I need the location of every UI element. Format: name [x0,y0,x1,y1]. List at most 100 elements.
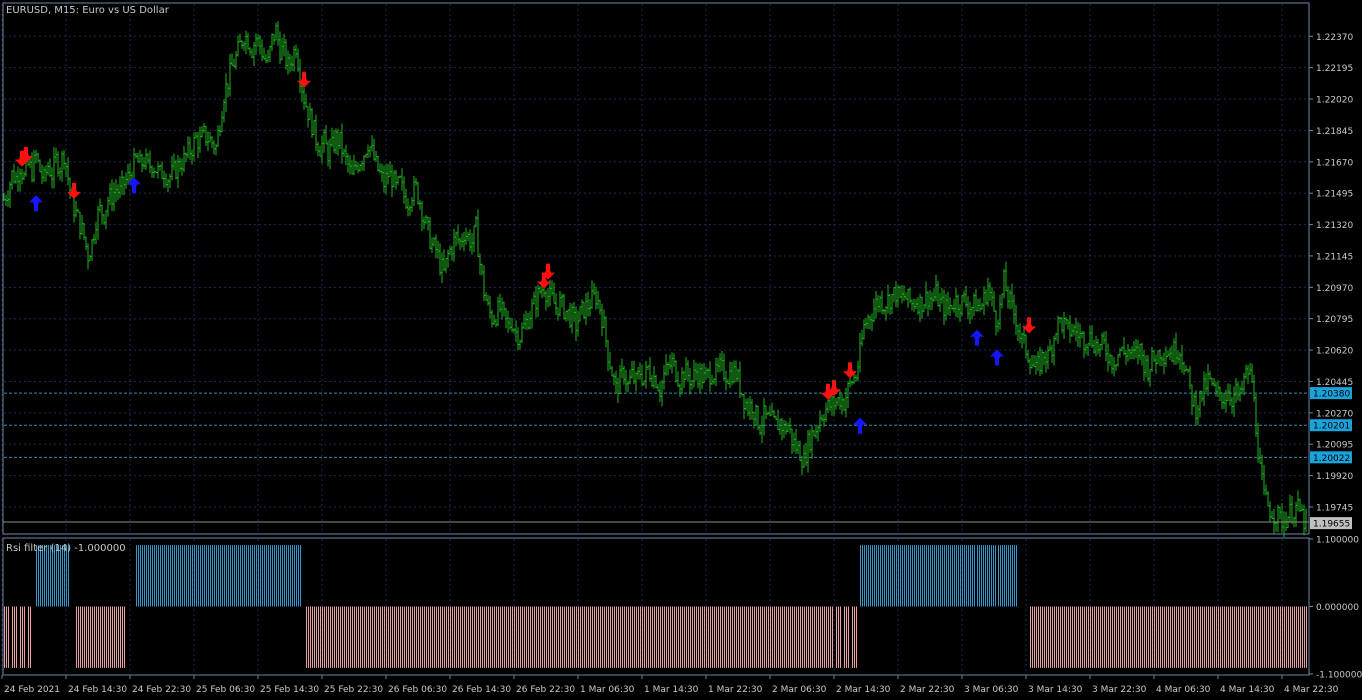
histogram-bar [276,545,277,607]
histogram-bar [954,545,955,607]
histogram-bar [566,606,567,668]
histogram-bar [1100,606,1101,668]
histogram-bar [1168,606,1169,668]
histogram-bar [668,606,669,668]
histogram-bar [940,545,941,607]
histogram-bar [320,606,321,668]
histogram-bar [804,606,805,668]
histogram-bar [244,545,245,607]
histogram-bar [58,545,59,607]
histogram-bar [500,606,501,668]
histogram-bar [432,606,433,668]
histogram-bar [580,606,581,668]
histogram-bar [150,545,151,607]
histogram-bar [993,545,994,607]
histogram-bar [1094,606,1095,668]
histogram-bar [574,606,575,668]
histogram-bar [983,545,984,607]
histogram-bar [480,606,481,668]
histogram-bar [690,606,691,668]
histogram-bar [684,606,685,668]
histogram-bar [1192,606,1193,668]
histogram-bar [846,606,847,668]
chart-canvas[interactable]: EURUSD, M15: Euro vs US Dollar Rsi filte… [0,0,1362,700]
histogram-bar [784,606,785,668]
histogram-bar [854,606,855,668]
histogram-bar [428,606,429,668]
histogram-bar [632,606,633,668]
histogram-bar [202,545,203,607]
histogram-bar [754,606,755,668]
histogram-bar [50,545,51,607]
histogram-bar [510,606,511,668]
histogram-bar [352,606,353,668]
histogram-bar [338,606,339,668]
histogram-bar [576,606,577,668]
histogram-bar [340,606,341,668]
histogram-bar [979,545,980,607]
histogram-bar [1012,545,1013,607]
histogram-bar [40,545,41,607]
histogram-bar [350,606,351,668]
histogram-bar [454,606,455,668]
histogram-bar [678,606,679,668]
histogram-bar [218,545,219,607]
histogram-bar [654,606,655,668]
histogram-bar [1132,606,1133,668]
histogram-bar [474,606,475,668]
histogram-bar [1124,606,1125,668]
histogram-bar [196,545,197,607]
histogram-bar [756,606,757,668]
histogram-bar [1000,545,1001,607]
histogram-bar [884,545,885,607]
histogram-bar [998,545,999,607]
histogram-bar [730,606,731,668]
x-tick-label: 2 Mar 22:30 [900,685,955,695]
histogram-bar [398,606,399,668]
histogram-bar [572,606,573,668]
histogram-bar [790,606,791,668]
histogram-bar [140,545,141,607]
histogram-bar [786,606,787,668]
histogram-bar [966,545,967,607]
histogram-bar [1206,606,1207,668]
histogram-bar [526,606,527,668]
histogram-bar [798,606,799,668]
histogram-bar [1030,606,1031,668]
histogram-bar [604,606,605,668]
histogram-bar [206,545,207,607]
histogram-bar [1032,606,1033,668]
histogram-bar [312,606,313,668]
histogram-bar [1180,606,1181,668]
histogram-bar [250,545,251,607]
histogram-bar [666,606,667,668]
x-tick-label: 26 Feb 06:30 [388,685,447,695]
histogram-bar [1156,606,1157,668]
histogram-bar [812,606,813,668]
x-tick-label: 25 Feb 14:30 [260,685,319,695]
histogram-bar [760,606,761,668]
histogram-bar [496,606,497,668]
histogram-bar [732,606,733,668]
histogram-bar [644,606,645,668]
histogram-bar [1226,606,1227,668]
histogram-bar [1304,606,1305,668]
histogram-bar [806,606,807,668]
histogram-bar [714,606,715,668]
histogram-bar [1222,606,1223,668]
histogram-bar [642,606,643,668]
histogram-bar [702,606,703,668]
histogram-bar [482,606,483,668]
histogram-bar [606,606,607,668]
histogram-bar [300,545,301,607]
histogram-bar [720,606,721,668]
histogram-bar [922,545,923,607]
histogram-bar [146,545,147,607]
histogram-bar [716,606,717,668]
histogram-bar [672,606,673,668]
x-tick-label: 3 Mar 14:30 [1028,685,1083,695]
histogram-bar [562,606,563,668]
histogram-bar [252,545,253,607]
histogram-bar [46,545,47,607]
histogram-bar [1182,606,1183,668]
